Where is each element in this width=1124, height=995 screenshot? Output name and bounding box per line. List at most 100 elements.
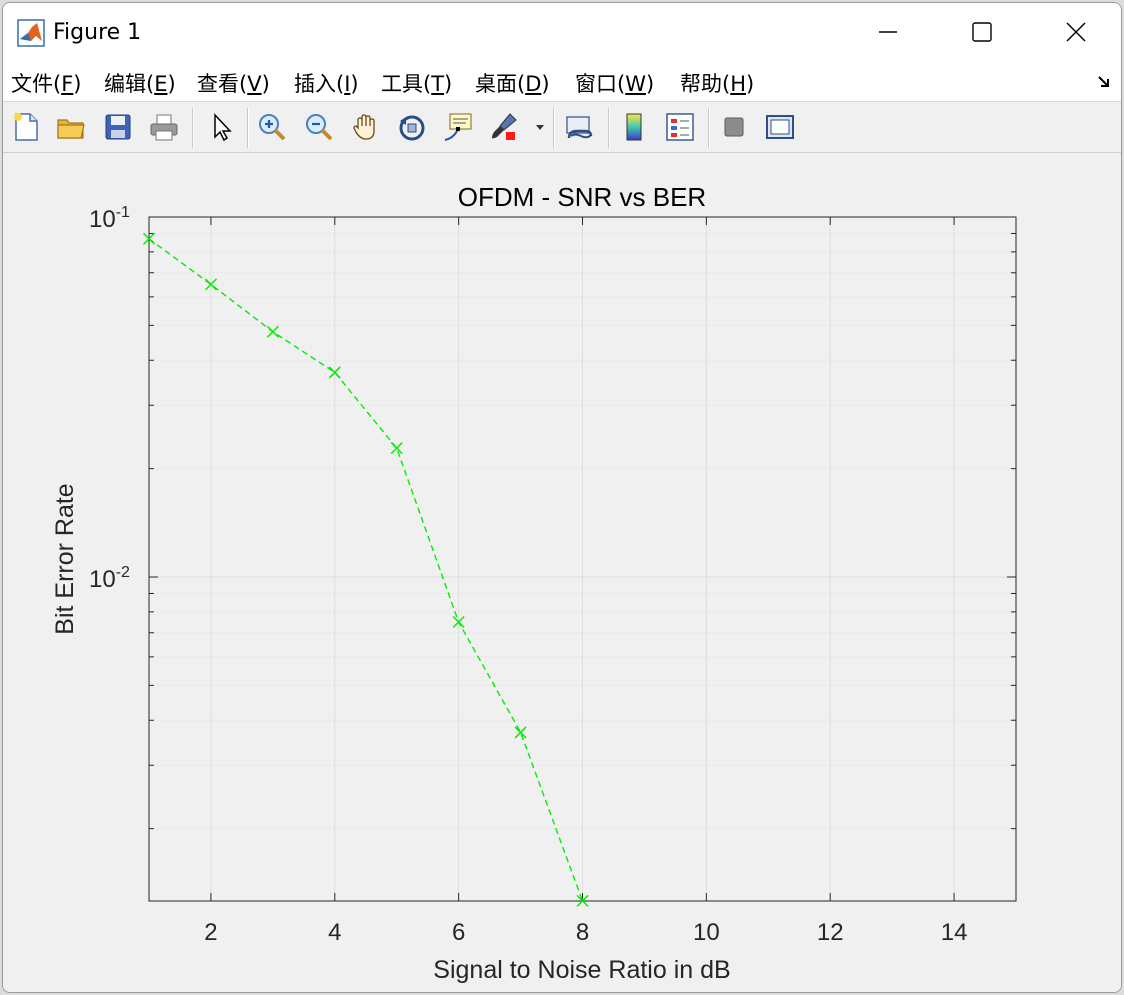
menu-edit-label: 编辑( xyxy=(104,72,155,96)
menu-file-tail: ) xyxy=(73,72,82,96)
close-button[interactable] xyxy=(1029,3,1121,61)
brush-button[interactable] xyxy=(487,110,521,144)
menu-tools[interactable]: 工具(T) xyxy=(381,68,452,98)
menu-view-tail: ) xyxy=(261,72,270,96)
minimize-icon xyxy=(879,31,897,33)
brush-icon xyxy=(492,113,517,140)
x-tick-label: 14 xyxy=(941,919,968,946)
hide-plot-tools-icon xyxy=(724,117,744,137)
grid xyxy=(149,216,1016,901)
maximize-icon xyxy=(972,22,992,42)
dock-figure-icon[interactable] xyxy=(1097,73,1113,89)
plot-svg[interactable]: 2 4 6 8 10 12 1410-110-2 OFDM - SNR vs BER Sig… xyxy=(3,153,1122,993)
maximize-button[interactable] xyxy=(935,3,1029,61)
new-file-icon xyxy=(14,113,38,141)
hide-plot-tools-button[interactable] xyxy=(717,110,751,144)
series-line xyxy=(148,238,584,902)
toolbar-separator xyxy=(553,108,555,148)
figure-canvas[interactable]: 2 4 6 8 10 12 14 10-1 10-2 OFDM - SNR vs BER Sig… xyxy=(3,153,1122,993)
data-cursor-button[interactable] xyxy=(441,110,475,144)
menu-help[interactable]: 帮助(H) xyxy=(680,68,754,98)
edit-plot-button[interactable] xyxy=(205,110,239,144)
y-tick-label-exponent: -1 xyxy=(116,204,130,221)
zoom-in-icon xyxy=(259,114,286,141)
menu-window-tail: ) xyxy=(645,72,655,96)
y-tick-label-exponent: -2 xyxy=(116,564,130,581)
menu-insert[interactable]: 插入(I) xyxy=(294,68,359,98)
save-icon xyxy=(105,114,131,140)
data-tip-icon xyxy=(444,113,472,141)
legend-icon xyxy=(666,113,694,141)
print-button[interactable] xyxy=(147,110,181,144)
menu-help-tail: ) xyxy=(746,72,755,96)
menu-help-label: 帮助( xyxy=(680,72,731,96)
title-bar: Figure 1 xyxy=(3,3,1121,61)
x-tick-label: 2 xyxy=(204,919,217,946)
link-plot-icon xyxy=(566,116,593,139)
data-point-marker xyxy=(514,726,527,739)
menu-view[interactable]: 查看(V) xyxy=(197,68,270,98)
menu-view-key: V xyxy=(247,72,262,96)
x-tick-label: 12 xyxy=(817,919,844,946)
x-tick-label: 8 xyxy=(576,919,589,946)
folder-icon xyxy=(57,119,85,139)
x-tick-label: 4 xyxy=(328,919,341,946)
axis-ticks: 2 4 6 8 10 12 1410-110-2 xyxy=(89,204,1016,946)
figure-window: Figure 1 文件(F) 编辑(E) 查看(V) 插入(I) 工具(T) 桌… xyxy=(2,2,1122,993)
menu-edit[interactable]: 编辑(E) xyxy=(104,68,176,98)
menu-file-key: F xyxy=(61,72,74,96)
new-figure-button[interactable] xyxy=(9,110,43,144)
data-point-marker xyxy=(390,442,403,455)
hand-pan-icon xyxy=(353,114,375,140)
menu-bar: 文件(F) 编辑(E) 查看(V) 插入(I) 工具(T) 桌面(D) 窗口(W… xyxy=(3,61,1121,102)
figure-toolbar xyxy=(3,102,1121,153)
x-tick-label: 10 xyxy=(693,919,720,946)
menu-window-key: W xyxy=(625,72,646,96)
menu-edit-key: E xyxy=(154,72,168,96)
toolbar-separator xyxy=(608,108,610,148)
save-button[interactable] xyxy=(101,110,135,144)
menu-file[interactable]: 文件(F) xyxy=(11,68,82,98)
rotate-3d-icon xyxy=(399,115,425,141)
toolbar-separator xyxy=(708,108,710,148)
menu-window-label: 窗口( xyxy=(575,72,626,96)
data-series xyxy=(142,232,589,907)
show-plot-tools-button[interactable] xyxy=(763,110,797,144)
zoom-in-button[interactable] xyxy=(255,110,289,144)
printer-icon xyxy=(150,114,178,141)
y-tick-label: 10-2 xyxy=(89,564,130,593)
menu-window[interactable]: 窗口(W) xyxy=(575,68,654,98)
menu-desktop-label: 桌面( xyxy=(475,72,526,96)
menu-insert-label: 插入( xyxy=(294,72,345,96)
menu-desktop-key: D xyxy=(525,72,542,96)
menu-file-label: 文件( xyxy=(11,72,62,96)
zoom-out-icon xyxy=(306,114,333,141)
pan-button[interactable] xyxy=(349,110,383,144)
colorbar-icon xyxy=(626,113,642,141)
menu-desktop-tail: ) xyxy=(541,72,550,96)
menu-help-key: H xyxy=(730,72,746,96)
menu-desktop[interactable]: 桌面(D) xyxy=(475,68,550,98)
chart-title: OFDM - SNR vs BER xyxy=(458,182,706,212)
y-axis-label: Bit Error Rate xyxy=(51,483,79,634)
window-title: Figure 1 xyxy=(53,20,142,45)
menu-tools-tail: ) xyxy=(444,72,453,96)
open-file-button[interactable] xyxy=(54,110,88,144)
insert-colorbar-button[interactable] xyxy=(617,110,651,144)
toolbar-separator xyxy=(247,108,249,148)
matlab-logo-icon xyxy=(17,19,45,47)
zoom-out-button[interactable] xyxy=(302,110,336,144)
link-plot-button[interactable] xyxy=(562,110,596,144)
minimize-button[interactable] xyxy=(841,3,935,61)
rotate-3d-button[interactable] xyxy=(395,110,429,144)
data-point-marker xyxy=(266,325,279,338)
menu-tools-label: 工具( xyxy=(381,72,432,96)
insert-legend-button[interactable] xyxy=(663,110,697,144)
pointer-arrow-icon xyxy=(214,113,232,142)
menu-edit-tail: ) xyxy=(167,72,176,96)
brush-dropdown-button[interactable] xyxy=(531,110,549,144)
menu-insert-tail: ) xyxy=(350,72,359,96)
close-icon xyxy=(1066,22,1086,42)
x-axis-label: Signal to Noise Ratio in dB xyxy=(433,956,730,984)
y-tick-label-base: 10 xyxy=(89,566,116,593)
